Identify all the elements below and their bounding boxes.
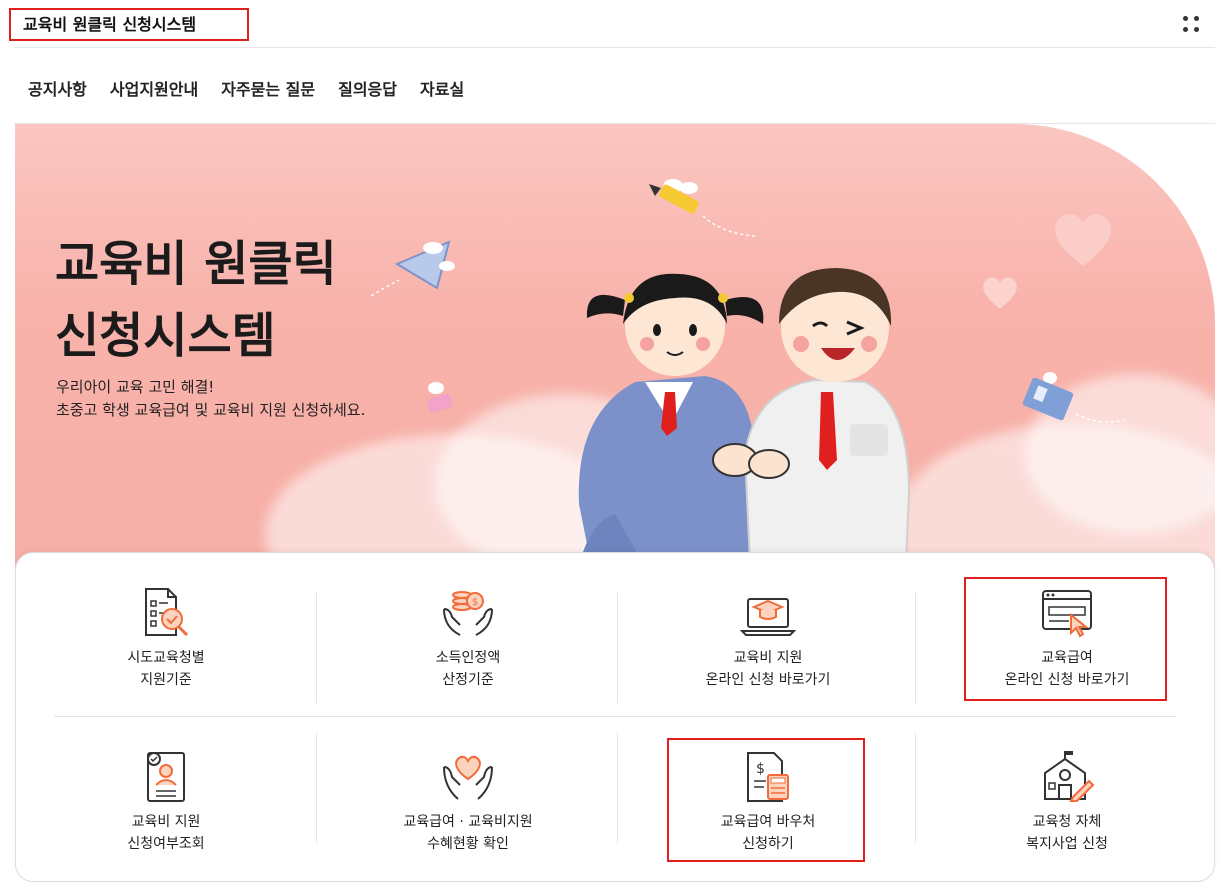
winged-eraser-icon	[427, 382, 453, 413]
tile-label: 교육비 지원 신청여부조회	[127, 814, 205, 852]
hands-coins-icon: $	[443, 591, 493, 636]
hero-title: 교육비 원클릭 신청시스템	[55, 236, 337, 364]
tile-education-benefit-online[interactable]: 교육급여 온라인 신청 바로가기	[927, 587, 1207, 717]
tile-benefit-status[interactable]: 교육급여 · 교육비지원 수혜현황 확인	[328, 751, 608, 881]
main-nav: 공지사항 사업지원안내 자주묻는 질문 질의응답 자료실	[28, 76, 464, 100]
students-illustration	[575, 268, 911, 584]
tile-education-office-criteria[interactable]: 시도교육청별 지원기준	[26, 587, 306, 717]
laptop-graduation-icon	[740, 598, 796, 636]
grid-divider	[915, 593, 916, 703]
grid-divider	[316, 733, 317, 843]
hero-banner: 교육비 원클릭 신청시스템 우리아이 교육 고민 해결! 초중고 학생 교육급여…	[15, 124, 1215, 584]
profile-document-icon	[147, 752, 185, 802]
tile-label: 교육급여 온라인 신청 바로가기	[1004, 650, 1130, 688]
tile-income-calculation[interactable]: $ 소득인정액 산정기준	[328, 587, 608, 717]
nav-library[interactable]: 자료실	[420, 76, 464, 100]
page: 교육비 원클릭 신청시스템 공지사항 사업지원안내 자주묻는 질문 질의응답 자…	[0, 0, 1227, 884]
nav-program-guide[interactable]: 사업지원안내	[110, 76, 198, 100]
heart-icon	[1055, 213, 1111, 266]
svg-text:$: $	[756, 761, 765, 777]
tile-education-cost-online[interactable]: 교육비 지원 온라인 신청 바로가기	[628, 587, 908, 717]
heart-icon	[983, 277, 1017, 309]
grid-divider	[316, 593, 317, 703]
nav-qna[interactable]: 질의응답	[338, 76, 397, 100]
service-panel: 시도교육청별 지원기준 $ 소득인정액 산정기준 교육비 지원 온라인 신청 바…	[15, 552, 1215, 882]
svg-text:$: $	[472, 597, 478, 608]
school-pencil-icon	[1044, 751, 1095, 802]
nav-notice[interactable]: 공지사항	[28, 76, 87, 100]
grid-divider	[915, 733, 916, 843]
hands-heart-icon	[443, 755, 493, 800]
tile-label: 교육비 지원 온라인 신청 바로가기	[705, 650, 831, 688]
tile-label: 시도교육청별 지원기준	[127, 650, 205, 688]
grid-divider	[617, 733, 618, 843]
tile-label: 교육청 자체 복지사업 신청	[1026, 814, 1108, 852]
app-title[interactable]: 교육비 원클릭 신청시스템	[9, 8, 249, 41]
tile-application-status[interactable]: 교육비 지원 신청여부조회	[26, 751, 306, 881]
invoice-calculator-icon: $	[747, 752, 789, 802]
hero-subtitle: 우리아이 교육 고민 해결! 초중고 학생 교육급여 및 교육비 지원 신청하세…	[56, 378, 366, 419]
tile-voucher-application[interactable]: $ 교육급여 바우처 신청하기	[628, 751, 908, 881]
grid-divider	[617, 593, 618, 703]
tile-label: 소득인정액 산정기준	[435, 650, 501, 688]
apps-grid-icon[interactable]	[1183, 16, 1201, 34]
tile-label: 교육급여 · 교육비지원 수혜현황 확인	[403, 814, 533, 852]
document-search-icon	[145, 588, 189, 637]
winged-ruler-icon	[370, 240, 455, 297]
winged-book-icon	[1022, 372, 1125, 423]
top-header: 교육비 원클릭 신청시스템	[9, 2, 1215, 48]
tile-label: 교육급여 바우처 신청하기	[720, 814, 816, 852]
tile-office-welfare[interactable]: 교육청 자체 복지사업 신청	[927, 751, 1207, 881]
nav-faq[interactable]: 자주묻는 질문	[221, 76, 315, 100]
winged-pencil-icon	[649, 179, 756, 237]
browser-cursor-icon	[1042, 590, 1092, 638]
